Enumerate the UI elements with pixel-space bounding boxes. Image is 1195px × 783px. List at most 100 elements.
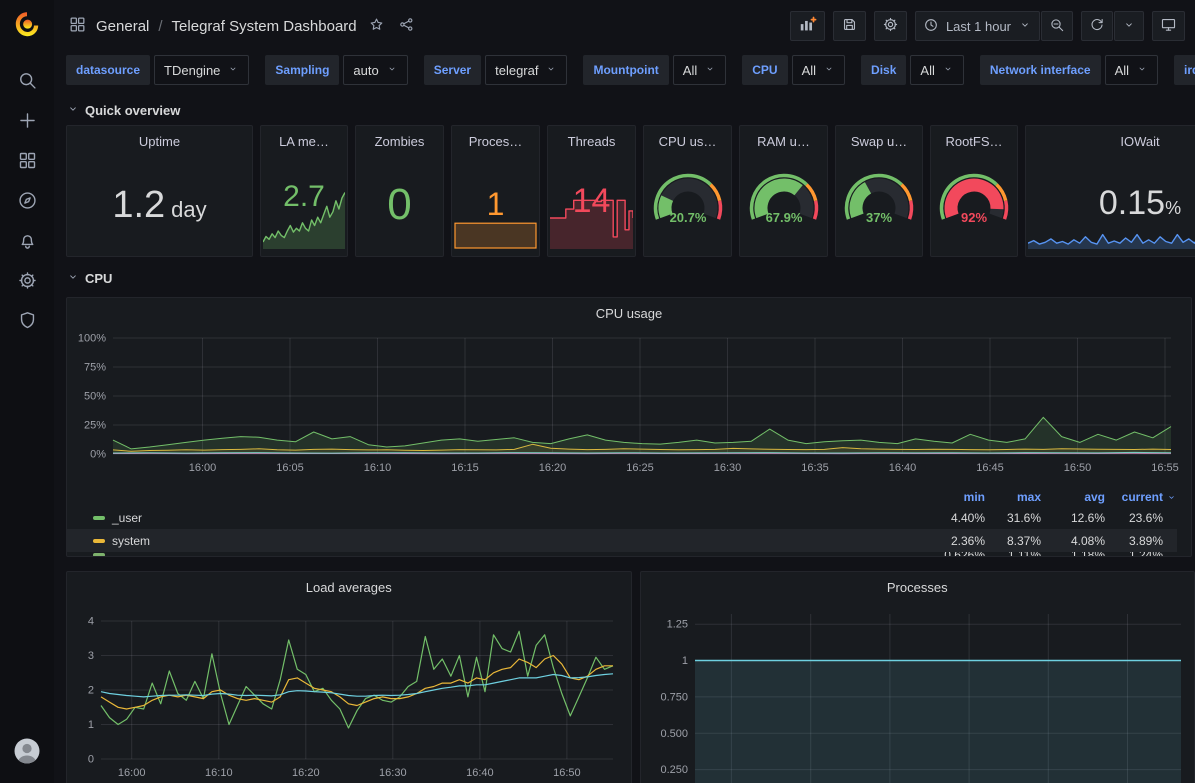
svg-text:1: 1 <box>681 655 687 667</box>
chevron-down-icon <box>66 102 80 119</box>
sidebar-create-new-button[interactable] <box>0 102 54 142</box>
svg-text:16:40: 16:40 <box>466 767 494 779</box>
stat-sparkline <box>550 187 633 254</box>
legend-sort-current[interactable]: current <box>1105 490 1163 504</box>
stat-panel-threads: Threads14 <box>547 125 636 257</box>
star-dashboard-button[interactable] <box>366 14 387 38</box>
legend-avg: 12.6% <box>1041 511 1105 525</box>
panel-title[interactable]: Processes <box>641 572 1195 596</box>
legend-min: 4.40% <box>915 511 985 525</box>
panel-title[interactable]: Threads <box>548 126 635 150</box>
sidebar-configuration-button[interactable] <box>0 262 54 302</box>
panel-title[interactable]: RootFS… <box>931 126 1017 150</box>
panel-title[interactable]: IOWait <box>1026 126 1195 150</box>
svg-text:16:40: 16:40 <box>889 462 917 474</box>
sidebar-alerting-button[interactable] <box>0 222 54 262</box>
panel-title[interactable]: Load averages <box>67 572 631 596</box>
load-averages-chart[interactable]: 0123416:0016:1016:2016:3016:4016:50 <box>67 606 631 783</box>
cpu-usage-chart[interactable]: 0%25%50%75%100%16:0016:0516:1016:1516:20… <box>67 332 1191 482</box>
stat-value: 1.2 <box>112 184 165 227</box>
breadcrumb: General / Telegraf System Dashboard <box>68 14 417 38</box>
variable-value: telegraf <box>495 63 538 78</box>
processes-chart[interactable]: 1.2510.7500.5000.250 <box>641 606 1195 783</box>
grafana-logo[interactable] <box>12 9 42 46</box>
panel-processes: Processes 1.2510.7500.5000.250 <box>640 571 1195 783</box>
variable-value-dropdown[interactable]: telegraf <box>485 55 567 85</box>
section-quick-overview[interactable]: Quick overview <box>66 97 1195 123</box>
chevron-down-icon <box>1136 63 1148 78</box>
panel-title[interactable]: LA me… <box>261 126 347 150</box>
share-dashboard-button[interactable] <box>396 14 417 38</box>
sidebar-explore-button[interactable] <box>0 182 54 222</box>
panel-title[interactable]: Zombies <box>356 126 443 150</box>
svg-text:16:30: 16:30 <box>714 462 742 474</box>
panel-title[interactable]: Uptime <box>67 126 252 150</box>
legend-min: 0.626% <box>915 552 985 557</box>
sidebar-dashboards-button[interactable] <box>0 142 54 182</box>
save-icon <box>841 16 858 36</box>
svg-text:16:20: 16:20 <box>292 767 320 779</box>
legend-current: 23.6% <box>1105 511 1163 525</box>
panel-title[interactable]: Proces… <box>452 126 539 150</box>
gauge: 92% <box>931 172 1017 238</box>
chevron-down-icon <box>386 63 398 78</box>
bottom-panels-row: Load averages 0123416:0016:1016:2016:301… <box>66 571 1195 783</box>
legend-header: minmaxavgcurrent <box>67 488 1177 506</box>
variable-value: All <box>920 63 934 78</box>
variable-value-dropdown[interactable]: All <box>1105 55 1158 85</box>
dashboard-settings-button[interactable] <box>874 11 907 41</box>
sidebar-server-admin-button[interactable] <box>0 302 54 342</box>
variable-value-dropdown[interactable]: TDengine <box>154 55 249 85</box>
legend-max: 8.37% <box>985 534 1041 548</box>
section-cpu[interactable]: CPU <box>66 265 1195 291</box>
panel-title[interactable]: CPU us… <box>644 126 731 150</box>
variable-value: TDengine <box>164 63 220 78</box>
stat-sparkline <box>263 191 345 254</box>
variable-value-dropdown[interactable]: All <box>673 55 726 85</box>
stat-panel-uptime: Uptime1.2day <box>66 125 253 257</box>
variable-label: Sampling <box>265 55 339 85</box>
refresh-button[interactable] <box>1081 11 1113 41</box>
save-dashboard-button[interactable] <box>833 11 866 41</box>
variable-value-dropdown[interactable]: auto <box>343 55 407 85</box>
zoom-out-time-button[interactable] <box>1041 11 1073 41</box>
user-avatar[interactable] <box>12 736 42 771</box>
star-icon <box>368 16 385 36</box>
chevron-down-icon <box>823 63 835 78</box>
variable-value-dropdown[interactable]: All <box>910 55 963 85</box>
legend-series-toggle[interactable]: _user <box>93 511 915 525</box>
refresh-interval-button[interactable] <box>1114 11 1144 41</box>
breadcrumb-folder[interactable]: General <box>96 18 149 35</box>
sidebar-search-button[interactable] <box>0 62 54 102</box>
gauge: 37% <box>836 172 922 238</box>
add-panel-button[interactable] <box>790 11 825 41</box>
stat-panel-swap-u: Swap u… 37% <box>835 125 923 257</box>
time-range-button[interactable]: Last 1 hour <box>915 11 1040 41</box>
svg-text:16:55: 16:55 <box>1151 462 1179 474</box>
svg-text:2: 2 <box>88 685 94 697</box>
svg-text:16:20: 16:20 <box>539 462 567 474</box>
panel-title[interactable]: CPU usage <box>67 298 1191 322</box>
stat-panel-ram-u: RAM u…67.9% <box>739 125 828 257</box>
bell-icon <box>17 230 38 254</box>
topbar: General / Telegraf System Dashboard <box>54 0 1195 52</box>
panel-title[interactable]: Swap u… <box>836 126 922 150</box>
legend-row-user: _user4.40%31.6%12.6%23.6% <box>67 506 1177 529</box>
legend-series-toggle[interactable] <box>93 553 915 557</box>
kiosk-mode-button[interactable] <box>1152 11 1185 41</box>
legend-sort-avg[interactable]: avg <box>1041 490 1105 504</box>
chevron-down-icon <box>1018 18 1032 35</box>
panel-title[interactable]: RAM u… <box>740 126 827 150</box>
legend-sort-max[interactable]: max <box>985 490 1041 504</box>
variable-value-dropdown[interactable]: All <box>792 55 845 85</box>
legend-series-toggle[interactable]: system <box>93 534 915 548</box>
dashboard-title[interactable]: Telegraf System Dashboard <box>172 18 357 35</box>
svg-text:20.7%: 20.7% <box>669 210 706 225</box>
svg-text:16:50: 16:50 <box>1064 462 1092 474</box>
svg-text:16:45: 16:45 <box>976 462 1004 474</box>
stats-row: Uptime1.2dayLA me…2.7Zombies0Proces…1Thr… <box>66 125 1195 257</box>
plus-icon <box>17 110 38 134</box>
svg-text:25%: 25% <box>84 420 106 432</box>
sidebar <box>0 0 54 783</box>
legend-sort-min[interactable]: min <box>915 490 985 504</box>
